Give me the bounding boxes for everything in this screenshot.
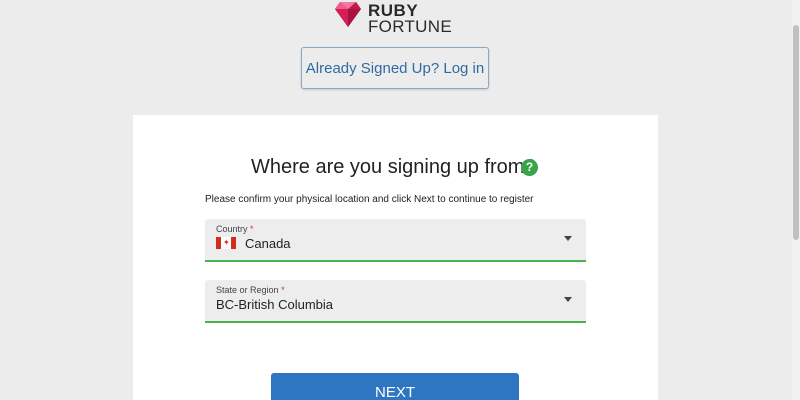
brand-logo[interactable]: RUBY FORTUNE [334, 0, 452, 36]
login-button[interactable]: Already Signed Up? Log in [301, 47, 489, 89]
brand-line1: RUBY [368, 1, 419, 20]
question-icon[interactable]: ? [521, 159, 538, 176]
instruction-text: Please confirm your physical location an… [205, 194, 534, 205]
form-heading: Where are you signing up from? [251, 156, 536, 178]
country-value: Canada [245, 236, 291, 251]
scrollbar-thumb[interactable] [793, 25, 799, 240]
region-select[interactable]: State or Region * BC-British Columbia [205, 280, 586, 323]
chevron-down-icon [564, 297, 572, 302]
next-button[interactable]: NEXT [271, 373, 519, 400]
region-value: BC-British Columbia [216, 297, 334, 312]
canada-flag-icon: ✦ [216, 237, 236, 249]
brand-line2: FORTUNE [368, 17, 452, 36]
region-label: State or Region * [216, 285, 285, 295]
chevron-down-icon [564, 236, 572, 241]
scrollbar[interactable] [792, 0, 800, 400]
required-mark: * [250, 224, 254, 234]
brand-name: RUBY FORTUNE [368, 1, 452, 36]
country-label: Country * [216, 224, 254, 234]
required-mark: * [281, 285, 285, 295]
ruby-gem-icon [334, 0, 362, 28]
country-select[interactable]: Country * ✦ Canada [205, 219, 586, 262]
